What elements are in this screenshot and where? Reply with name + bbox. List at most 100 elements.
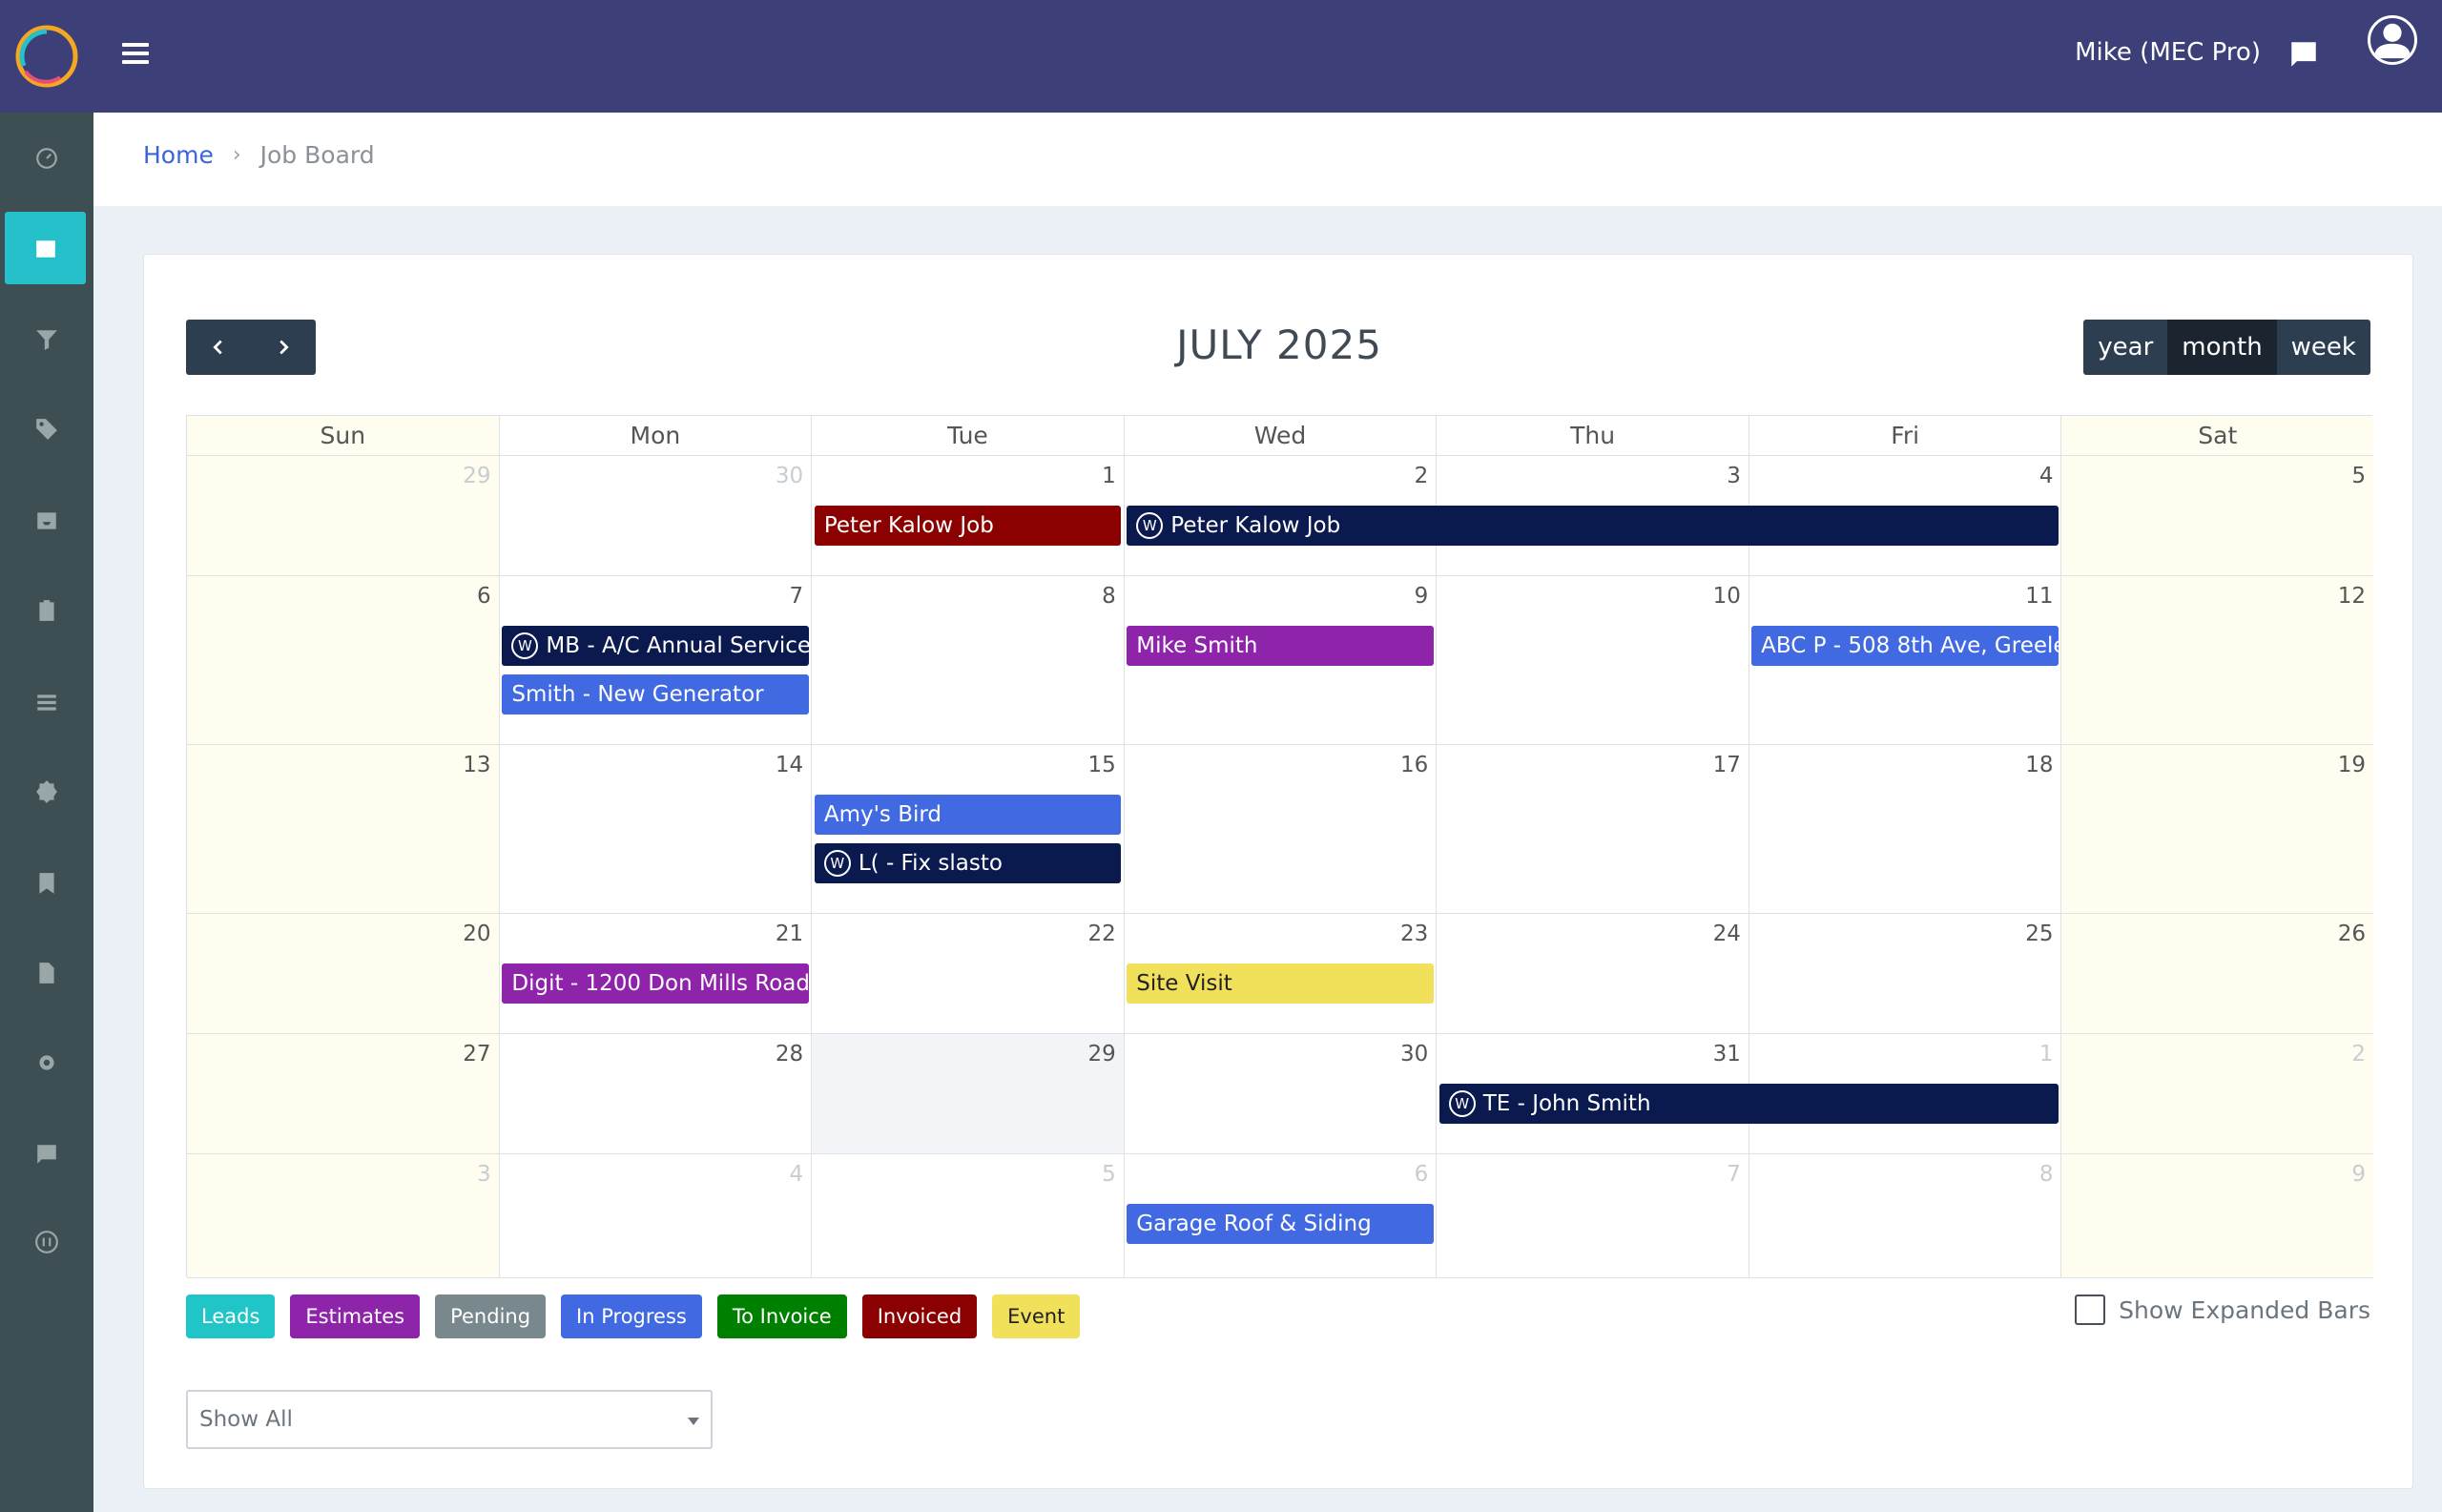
day-number[interactable]: 9 (2351, 1162, 2366, 1187)
calendar-day-cell[interactable]: 10 (1437, 576, 1749, 745)
calendar-day-cell[interactable]: 4 (499, 1154, 813, 1278)
legend-invoiced[interactable]: Invoiced (861, 1295, 978, 1338)
calendar-event[interactable]: Garage Roof & Siding (1127, 1204, 1434, 1244)
calendar-day-cell[interactable]: 8 (1749, 1154, 2062, 1278)
calendar-day-cell[interactable]: 30 (499, 456, 813, 576)
calendar-event[interactable]: Digit - 1200 Don Mills Road (502, 963, 809, 1004)
view-month-button[interactable]: month (2167, 320, 2277, 375)
day-number[interactable]: 9 (1415, 584, 1429, 609)
sidebar-item-badge[interactable] (0, 754, 93, 830)
calendar-day-cell[interactable]: 22 (812, 914, 1125, 1034)
day-number[interactable]: 26 (2338, 922, 2366, 946)
day-number[interactable]: 12 (2338, 584, 2366, 609)
calendar-day-cell[interactable]: 24 (1437, 914, 1749, 1034)
calendar-event[interactable]: Amy's Bird (814, 795, 1122, 835)
day-number[interactable]: 10 (1713, 584, 1741, 609)
calendar-event[interactable]: Site Visit (1127, 963, 1434, 1004)
show-expanded-bars-toggle[interactable]: Show Expanded Bars (2075, 1295, 2370, 1325)
day-number[interactable]: 7 (1727, 1162, 1741, 1187)
legend-estimates[interactable]: Estimates (290, 1295, 421, 1338)
calendar-day-cell[interactable]: 13 (187, 745, 500, 914)
calendar-day-cell[interactable]: 9 (2061, 1154, 2374, 1278)
day-number[interactable]: 25 (2025, 922, 2053, 946)
legend-leads[interactable]: Leads (186, 1295, 276, 1338)
sidebar-item-settings-gear[interactable] (0, 1025, 93, 1101)
calendar-day-cell[interactable]: 2 (2061, 1034, 2374, 1154)
calendar-day-cell[interactable]: 19 (2061, 745, 2374, 914)
breadcrumb-home-link[interactable]: Home (143, 141, 214, 169)
legend-to-invoice[interactable]: To Invoice (716, 1295, 847, 1338)
calendar-day-cell[interactable]: 14 (499, 745, 813, 914)
day-number[interactable]: 31 (1713, 1042, 1741, 1067)
day-number[interactable]: 30 (1400, 1042, 1428, 1067)
day-number[interactable]: 1 (1102, 464, 1116, 488)
day-number[interactable]: 22 (1087, 922, 1115, 946)
calendar-event[interactable]: Peter Kalow Job (814, 506, 1122, 546)
legend-pending[interactable]: Pending (435, 1295, 547, 1338)
sidebar-item-quickbooks[interactable] (0, 1204, 93, 1280)
day-number[interactable]: 11 (2025, 584, 2053, 609)
day-number[interactable]: 29 (1087, 1042, 1115, 1067)
view-week-button[interactable]: week (2276, 320, 2370, 375)
calendar-day-cell[interactable]: 18 (1749, 745, 2062, 914)
calendar-event[interactable]: W L( - Fix slasto (814, 843, 1122, 883)
calendar-day-cell[interactable]: 5 (2061, 456, 2374, 576)
day-number[interactable]: 8 (2039, 1162, 2054, 1187)
day-number[interactable]: 13 (463, 753, 490, 777)
day-number[interactable]: 4 (2039, 464, 2054, 488)
day-number[interactable]: 19 (2338, 753, 2366, 777)
calendar-day-cell[interactable]: 7 (1437, 1154, 1749, 1278)
day-number[interactable]: 23 (1400, 922, 1428, 946)
legend-in-progress[interactable]: In Progress (561, 1295, 702, 1338)
sidebar-item-tags[interactable] (0, 391, 93, 467)
calendar-day-cell[interactable]: 29 (187, 456, 500, 576)
calendar-event[interactable]: W Peter Kalow Job (1127, 506, 2059, 546)
calendar-day-cell[interactable]: 30 (1124, 1034, 1438, 1154)
day-number[interactable]: 27 (463, 1042, 490, 1067)
sidebar-item-dashboard-gauge[interactable] (0, 120, 93, 197)
day-number[interactable]: 15 (1087, 753, 1115, 777)
calendar-event[interactable]: W TE - John Smith (1438, 1084, 2059, 1124)
calendar-day-cell[interactable]: 12 (2061, 576, 2374, 745)
day-number[interactable]: 2 (2351, 1042, 2366, 1067)
calendar-day-cell[interactable]: 29 (812, 1034, 1125, 1154)
day-number[interactable]: 3 (1727, 464, 1741, 488)
show-expanded-bars-checkbox[interactable] (2075, 1295, 2106, 1325)
legend-event[interactable]: Event (992, 1295, 1081, 1338)
view-year-button[interactable]: year (2083, 320, 2168, 375)
day-number[interactable]: 30 (776, 464, 803, 488)
day-number[interactable]: 17 (1713, 753, 1741, 777)
calendar-event[interactable]: Mike Smith (1127, 626, 1434, 666)
user-name[interactable]: Mike (MEC Pro) (2075, 38, 2261, 67)
chat-icon[interactable] (2287, 38, 2320, 71)
calendar-day-cell[interactable]: 3 (187, 1154, 500, 1278)
calendar-day-cell[interactable]: 26 (2061, 914, 2374, 1034)
calendar-day-cell[interactable]: 5 (812, 1154, 1125, 1278)
day-number[interactable]: 24 (1713, 922, 1741, 946)
sidebar-item-calendar[interactable] (5, 212, 86, 284)
calendar-day-cell[interactable]: 27 (187, 1034, 500, 1154)
day-number[interactable]: 18 (2025, 753, 2053, 777)
day-number[interactable]: 7 (790, 584, 804, 609)
calendar-day-cell[interactable]: 28 (499, 1034, 813, 1154)
calendar-day-cell[interactable]: 17 (1437, 745, 1749, 914)
day-number[interactable]: 14 (776, 753, 803, 777)
day-number[interactable]: 29 (463, 464, 490, 488)
day-number[interactable]: 2 (1415, 464, 1429, 488)
calendar-day-cell[interactable]: 20 (187, 914, 500, 1034)
day-number[interactable]: 6 (477, 584, 491, 609)
sidebar-item-comment[interactable] (0, 1116, 93, 1192)
menu-toggle-icon[interactable] (118, 38, 153, 72)
day-number[interactable]: 8 (1102, 584, 1116, 609)
day-number[interactable]: 3 (477, 1162, 491, 1187)
calendar-event[interactable]: ABC P - 508 8th Ave, Greeley (1751, 626, 2059, 666)
day-number[interactable]: 20 (463, 922, 490, 946)
day-number[interactable]: 21 (776, 922, 803, 946)
user-avatar-icon[interactable] (2368, 15, 2417, 65)
app-logo[interactable] (0, 0, 93, 113)
calendar-day-cell[interactable]: 16 (1124, 745, 1438, 914)
calendar-event[interactable]: W MB - A/C Annual Service (502, 626, 809, 666)
day-number[interactable]: 5 (2351, 464, 2366, 488)
calendar-event[interactable]: Smith - New Generator (502, 674, 809, 715)
sidebar-item-filter-funnel[interactable] (0, 301, 93, 378)
